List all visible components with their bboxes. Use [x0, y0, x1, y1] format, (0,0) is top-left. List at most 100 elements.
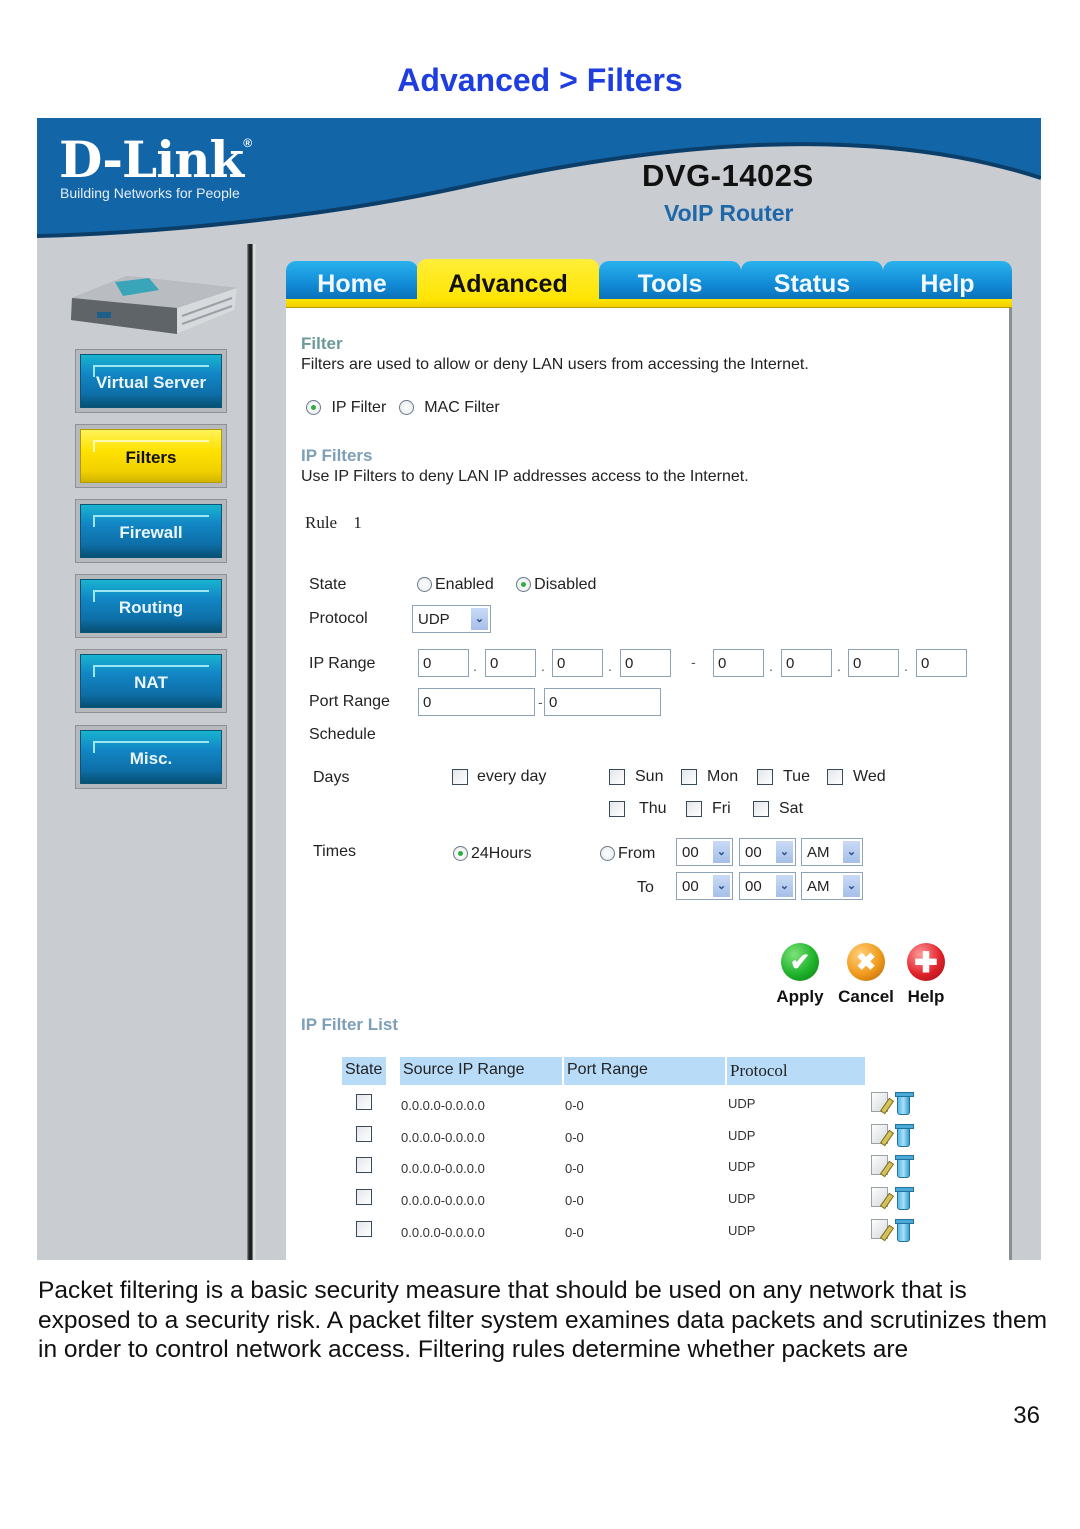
- sidebar-item-virtual-server[interactable]: Virtual Server: [75, 349, 227, 413]
- fri-checkbox[interactable]: [686, 800, 702, 817]
- state-disabled-radio[interactable]: [516, 577, 532, 593]
- from-ampm-select[interactable]: AM ⌄: [801, 838, 863, 866]
- sat-checkbox[interactable]: [753, 800, 769, 817]
- x-icon: ✖: [847, 943, 885, 981]
- filter-description: Filters are used to allow or deny LAN us…: [301, 356, 809, 373]
- port-range-end[interactable]: 0: [544, 688, 661, 716]
- edit-icon[interactable]: [871, 1124, 888, 1144]
- port-range-start[interactable]: 0: [418, 688, 535, 716]
- tab-status[interactable]: Status: [741, 261, 883, 301]
- tab-label: Advanced: [448, 270, 568, 298]
- trash-icon[interactable]: [895, 1219, 914, 1242]
- 24hours-option: 24Hours: [453, 845, 531, 863]
- check-icon: ✔: [781, 943, 819, 981]
- to-hour-select[interactable]: 00 ⌄: [676, 872, 733, 900]
- help-button[interactable]: ✚ Help: [903, 943, 949, 1006]
- from-radio[interactable]: [600, 846, 615, 862]
- tab-label: Help: [920, 270, 975, 298]
- from-ampm-value: AM: [807, 844, 830, 861]
- model-name: DVG-1402S: [642, 158, 814, 193]
- ip-filters-section-title: IP Filters: [301, 446, 373, 465]
- ip-start-octet-1[interactable]: 0: [418, 649, 469, 677]
- ip-end-octet-4[interactable]: 0: [916, 649, 967, 677]
- ip-dot-separator: .: [608, 658, 612, 674]
- body-paragraph: Packet filtering is a basic security mea…: [38, 1277, 1048, 1363]
- sun-checkbox[interactable]: [609, 768, 625, 785]
- to-minute-value: 00: [745, 878, 762, 895]
- 24hours-radio[interactable]: [453, 846, 468, 862]
- trash-icon[interactable]: [895, 1155, 914, 1178]
- ip-start-octet-4[interactable]: 0: [620, 649, 671, 677]
- to-hour-value: 00: [682, 878, 699, 895]
- ip-filter-radio[interactable]: [306, 400, 321, 416]
- to-ampm-select[interactable]: AM ⌄: [801, 872, 863, 900]
- ip-range-label: IP Range: [309, 655, 376, 672]
- ip-start-octet-3[interactable]: 0: [552, 649, 603, 677]
- dlink-logo: D-Link®: [59, 130, 252, 189]
- column-header-source-ip: Source IP Range: [400, 1057, 562, 1085]
- row-source-ip: 0.0.0.0-0.0.0.0: [401, 1161, 485, 1176]
- cancel-button[interactable]: ✖ Cancel: [838, 943, 894, 1006]
- from-minute-select[interactable]: 00 ⌄: [739, 838, 796, 866]
- sidebar-item-label: Routing: [118, 598, 184, 617]
- ip-end-octet-3[interactable]: 0: [848, 649, 899, 677]
- row-port-range: 0-0: [565, 1225, 584, 1240]
- thu-checkbox[interactable]: [609, 800, 625, 817]
- ip-filter-list-title: IP Filter List: [301, 1015, 398, 1034]
- tab-advanced[interactable]: Advanced: [417, 259, 599, 301]
- cancel-label: Cancel: [838, 987, 894, 1006]
- trash-icon[interactable]: [895, 1124, 914, 1147]
- protocol-label: Protocol: [309, 610, 368, 627]
- edit-icon[interactable]: [871, 1219, 888, 1239]
- row-state-checkbox[interactable]: [356, 1189, 372, 1205]
- state-disabled-label: Disabled: [534, 576, 597, 593]
- mon-checkbox[interactable]: [681, 768, 697, 785]
- apply-button[interactable]: ✔ Apply: [776, 943, 824, 1006]
- trash-icon[interactable]: [895, 1187, 914, 1210]
- every-day-checkbox[interactable]: [452, 768, 468, 785]
- row-port-range: 0-0: [565, 1130, 584, 1145]
- edit-icon[interactable]: [871, 1092, 888, 1112]
- sidebar-item-misc[interactable]: Misc.: [75, 725, 227, 789]
- state-enabled-label: Enabled: [435, 576, 494, 593]
- to-minute-select[interactable]: 00 ⌄: [739, 872, 796, 900]
- sidebar-item-routing[interactable]: Routing: [75, 574, 227, 638]
- state-enabled-radio[interactable]: [417, 577, 432, 593]
- wed-checkbox[interactable]: [827, 768, 843, 785]
- row-state-checkbox[interactable]: [356, 1157, 372, 1173]
- ip-filters-description: Use IP Filters to deny LAN IP addresses …: [301, 468, 749, 485]
- tue-checkbox[interactable]: [757, 768, 773, 785]
- ip-end-octet-2[interactable]: 0: [781, 649, 832, 677]
- ip-dot-separator: .: [541, 658, 545, 674]
- mac-filter-radio[interactable]: [398, 400, 414, 416]
- ip-filter-label: IP Filter: [331, 399, 387, 416]
- edit-icon[interactable]: [871, 1187, 888, 1207]
- protocol-select[interactable]: UDP ⌄: [412, 605, 491, 633]
- day-tue: Tue: [757, 768, 810, 786]
- row-protocol: UDP: [728, 1191, 756, 1206]
- trash-icon[interactable]: [895, 1092, 914, 1115]
- tab-label: Home: [317, 270, 387, 298]
- column-header-state: State: [342, 1057, 386, 1085]
- row-state-checkbox[interactable]: [356, 1221, 372, 1237]
- edit-icon[interactable]: [871, 1155, 888, 1175]
- every-day-option: every day: [452, 768, 546, 786]
- state-label: State: [309, 576, 347, 593]
- row-state-checkbox[interactable]: [356, 1094, 372, 1110]
- ip-end-octet-1[interactable]: 0: [713, 649, 764, 677]
- ip-start-octet-2[interactable]: 0: [485, 649, 536, 677]
- tab-home[interactable]: Home: [286, 261, 418, 301]
- row-protocol: UDP: [728, 1223, 756, 1238]
- day-sun: Sun: [609, 768, 663, 786]
- sidebar-item-filters[interactable]: Filters: [75, 424, 227, 488]
- from-hour-select[interactable]: 00 ⌄: [676, 838, 733, 866]
- tab-tools[interactable]: Tools: [599, 261, 741, 301]
- sidebar-item-firewall[interactable]: Firewall: [75, 499, 227, 563]
- tab-underline-bar: [286, 299, 1012, 308]
- tab-help[interactable]: Help: [883, 261, 1012, 301]
- sidebar-item-nat[interactable]: NAT: [75, 649, 227, 713]
- row-state-checkbox[interactable]: [356, 1126, 372, 1142]
- sidebar-item-label: NAT: [134, 673, 168, 692]
- day-thu: Thu: [609, 800, 667, 818]
- row-protocol: UDP: [728, 1096, 756, 1111]
